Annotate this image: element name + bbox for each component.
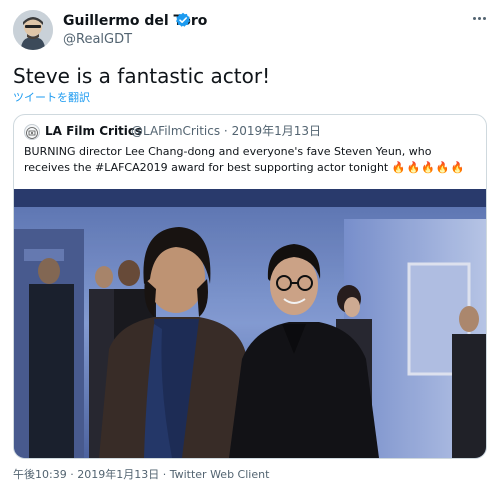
author-handle[interactable]: @RealGDT [63,31,132,48]
more-options-icon[interactable] [468,10,490,26]
quoted-author-name: LA Film Critics [45,124,143,138]
quoted-text-line-2-body: receives the #LAFCA2019 award for best s… [24,161,389,174]
quoted-tweet[interactable]: LA Film Critics @LAFilmCritics · 2019年1月… [13,114,487,459]
author-avatar[interactable] [13,10,53,50]
footer-separator: · [162,468,167,481]
tweet-date[interactable]: 2019年1月13日 [77,468,159,481]
quoted-text: BURNING director Lee Chang-dong and ever… [24,144,479,176]
quoted-text-line-2: receives the #LAFCA2019 award for best s… [24,160,479,176]
quoted-text-line-1: BURNING director Lee Chang-dong and ever… [24,145,432,158]
tweet-client: Twitter Web Client [169,468,270,481]
quoted-date: 2019年1月13日 [231,124,322,138]
tweet: Guillermo del Toro @RealGDT Steve is a f… [0,0,499,493]
quoted-photo[interactable] [14,189,486,458]
quoted-avatar [24,124,40,140]
avatar-illustration [13,10,53,50]
footer-separator: · [70,468,74,481]
fire-emoji-icons: 🔥🔥🔥🔥🔥 [391,161,466,174]
quoted-separator: · [223,124,228,138]
tweet-footer: 午後10:39 · 2019年1月13日 · Twitter Web Clien… [13,468,269,482]
la-film-critics-logo-icon [26,127,38,139]
tweet-time[interactable]: 午後10:39 [13,468,67,481]
quoted-handle: @LAFilmCritics [131,124,221,138]
quoted-meta: @LAFilmCritics · 2019年1月13日 [131,124,321,139]
translate-tweet-link[interactable]: ツイートを翻訳 [13,91,90,105]
verified-badge-icon [176,12,190,27]
tweet-text: Steve is a fantastic actor! [13,64,271,88]
